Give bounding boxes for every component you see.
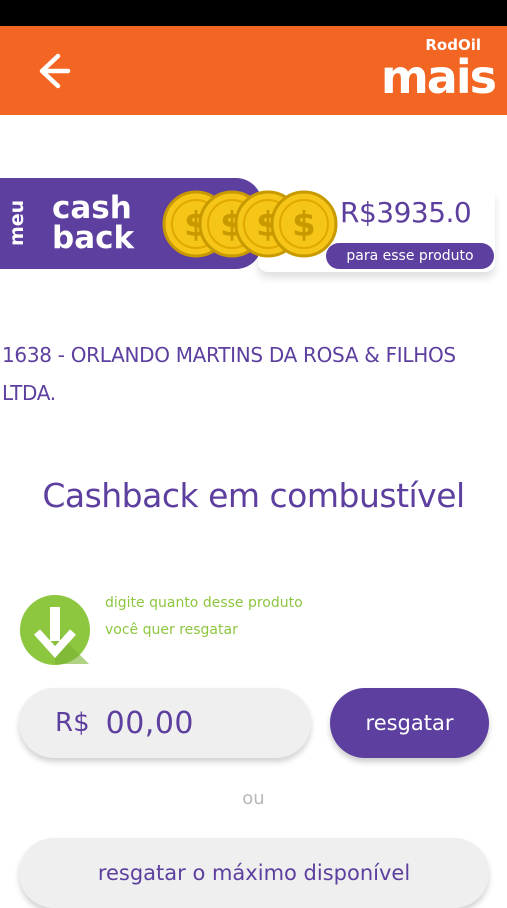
amount-currency: R$ <box>55 708 90 738</box>
amount-value: 00,00 <box>105 705 194 741</box>
cashback-subtitle: para esse produto <box>326 243 494 269</box>
back-button[interactable] <box>28 48 74 94</box>
arrow-down-icon <box>20 595 90 665</box>
brand-word-text: mais <box>380 50 497 104</box>
status-bar <box>0 0 507 26</box>
svg-text:$: $ <box>292 205 316 245</box>
redeem-max-button[interactable]: resgatar o máximo disponível <box>19 838 489 908</box>
brand-logo: RodOil mais <box>345 34 497 110</box>
cashback-label-line2: back <box>52 220 135 256</box>
station-name: 1638 - ORLANDO MARTINS DA ROSA & FILHOS … <box>2 343 456 405</box>
cashback-value: R$3935.0 <box>340 196 472 229</box>
arrow-left-icon <box>39 53 71 89</box>
redeem-button[interactable]: resgatar <box>330 688 489 758</box>
section-title: Cashback em combustível <box>42 476 465 515</box>
or-divider-text: ou <box>242 788 265 809</box>
app-header: RodOil mais <box>0 26 507 115</box>
cashback-label-meu: meu <box>6 199 28 247</box>
amount-input[interactable]: R$ 00,00 <box>19 688 311 758</box>
hint-text: digite quanto desse produto você quer re… <box>105 595 303 638</box>
coins-icon: $ $ $ $ <box>162 190 338 258</box>
